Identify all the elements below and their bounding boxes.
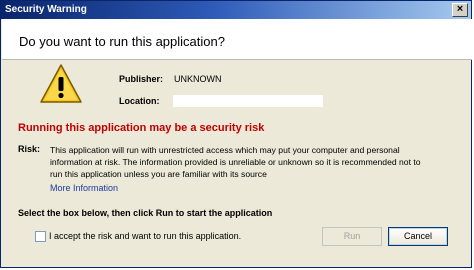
- dialog-question: Do you want to run this application?: [19, 34, 225, 49]
- close-button[interactable]: ×: [452, 3, 468, 17]
- risk-line-1: This application will run with unrestric…: [50, 145, 400, 155]
- accept-risk-checkbox[interactable]: [35, 231, 46, 242]
- accept-risk-label[interactable]: I accept the risk and want to run this a…: [49, 231, 241, 241]
- risk-description: This application will run with unrestric…: [50, 144, 460, 180]
- cancel-button[interactable]: Cancel: [388, 227, 448, 246]
- security-warning-dialog: Security Warning × Do you want to run th…: [0, 0, 472, 268]
- more-information-link[interactable]: More Information: [50, 183, 118, 193]
- risk-line-3: run this application unless you are fami…: [50, 169, 267, 179]
- risk-title: Running this application may be a securi…: [18, 122, 265, 134]
- run-button[interactable]: Run: [322, 227, 382, 246]
- header-area: Do you want to run this application?: [2, 19, 472, 60]
- location-value-redacted: [173, 95, 323, 107]
- publisher-label: Publisher:: [119, 74, 164, 84]
- publisher-value: UNKNOWN: [174, 74, 222, 84]
- confirm-instruction: Select the box below, then click Run to …: [18, 208, 273, 218]
- location-label: Location:: [119, 96, 160, 106]
- title-bar: Security Warning ×: [1, 1, 471, 19]
- warning-icon: [40, 64, 82, 103]
- risk-label: Risk:: [18, 144, 41, 154]
- window-title: Security Warning: [5, 4, 87, 15]
- risk-line-2: information at risk. The information pro…: [50, 157, 421, 167]
